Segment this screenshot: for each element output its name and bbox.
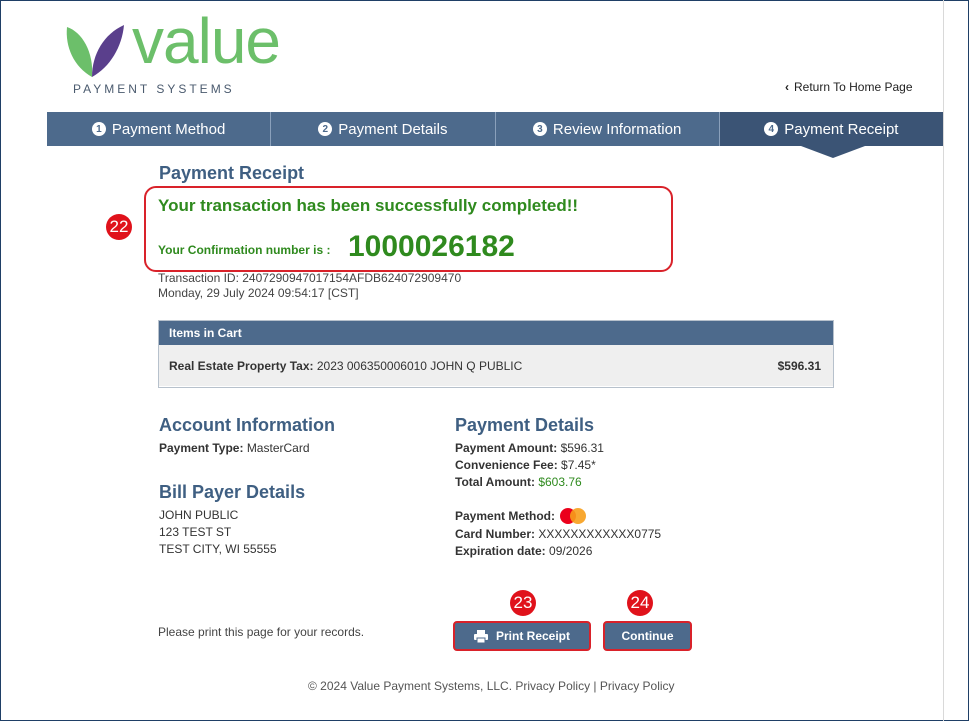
bill-payer-info: JOHN PUBLIC 123 TEST ST TEST CITY, WI 55… [159, 507, 277, 558]
total-amount-row: Total Amount: $603.76 [455, 474, 604, 491]
leaf-logo-icon [66, 25, 124, 77]
account-info: Payment Type: MasterCard [159, 440, 310, 457]
cart-table: Items in Cart Real Estate Property Tax: … [158, 320, 834, 388]
cart-row: Real Estate Property Tax: 2023 006350006… [159, 345, 833, 386]
payer-name: JOHN PUBLIC [159, 508, 239, 522]
payment-method-row: Payment Method: [455, 508, 661, 526]
card-number: XXXXXXXXXXXX0775 [538, 527, 662, 541]
cart-item-amount: $596.31 [777, 358, 821, 373]
payment-details-info: Payment Amount: $596.31 Convenience Fee:… [455, 440, 604, 491]
active-step-pointer [801, 146, 865, 158]
return-home-label: Return To Home Page [794, 80, 913, 94]
success-message: Your transaction has been successfully c… [158, 196, 579, 215]
footer-text: © 2024 Value Payment Systems, LLC. Priva… [308, 679, 675, 693]
brand-subtitle: PAYMENT SYSTEMS [73, 82, 235, 96]
payment-type-value: MasterCard [246, 441, 310, 455]
convenience-fee-label: Convenience Fee: [455, 458, 558, 472]
continue-button[interactable]: Continue [603, 621, 692, 651]
step-label: Payment Receipt [784, 120, 899, 138]
card-number-label: Card Number: [455, 527, 536, 541]
step-number: 2 [318, 122, 333, 136]
transaction-info: Transaction ID: 2407290947017154AFDB6240… [158, 271, 461, 301]
step-number: 4 [764, 122, 779, 136]
card-number-row: Card Number: XXXXXXXXXXXX0775 [455, 526, 661, 543]
return-home-link[interactable]: ‹ Return To Home Page [785, 80, 913, 94]
expiration-row: Expiration date: 09/2026 [455, 543, 661, 560]
confirmation-label: Your Confirmation number is : [158, 243, 331, 257]
annotation-badge-22: 22 [106, 214, 132, 240]
total-amount: $603.76 [538, 475, 582, 489]
bill-payer-title: Bill Payer Details [159, 482, 306, 502]
confirmation-number: 1000026182 [348, 230, 515, 263]
divider [943, 0, 944, 721]
payer-address-line1: 123 TEST ST [159, 525, 232, 539]
account-info-title: Account Information [159, 415, 335, 435]
step-payment-receipt[interactable]: 4 Payment Receipt [719, 112, 943, 146]
payment-method-label: Payment Method: [455, 509, 556, 524]
cart-item-label: Real Estate Property Tax: [169, 358, 314, 373]
step-payment-method[interactable]: 1 Payment Method [47, 112, 272, 146]
payment-amount-label: Payment Amount: [455, 441, 558, 455]
step-review-information[interactable]: 3 Review Information [496, 112, 720, 146]
step-label: Payment Details [338, 120, 448, 138]
convenience-fee: $7.45* [561, 458, 596, 472]
payment-amount-row: Payment Amount: $596.31 [455, 440, 604, 457]
payer-address-line2: TEST CITY, WI 55555 [159, 542, 277, 556]
annotation-badge-23: 23 [510, 590, 536, 616]
expiration-date: 09/2026 [549, 544, 593, 558]
chevron-left-icon: ‹ [785, 80, 789, 94]
mastercard-icon [558, 508, 588, 526]
transaction-timestamp: Monday, 29 July 2024 09:54:17 [CST] [158, 286, 359, 300]
continue-label: Continue [621, 629, 674, 643]
card-info: Payment Method: Card Number: XXXXXXXXXXX… [455, 508, 661, 560]
payment-type-label: Payment Type: [159, 441, 244, 455]
step-progress: 1 Payment Method 2 Payment Details 3 Rev… [47, 112, 943, 146]
payment-details-title: Payment Details [455, 415, 595, 435]
cart-item-desc: 2023 006350006010 JOHN Q PUBLIC [316, 358, 523, 373]
cart-header: Items in Cart [159, 321, 833, 345]
convenience-fee-row: Convenience Fee: $7.45* [455, 457, 604, 474]
step-number: 1 [91, 122, 106, 136]
payment-amount: $596.31 [560, 441, 604, 455]
print-receipt-label: Print Receipt [495, 629, 570, 643]
total-amount-label: Total Amount: [455, 475, 535, 489]
printer-icon [473, 629, 488, 643]
annotation-badge-24: 24 [627, 590, 653, 616]
brand-logo[interactable]: value PAYMENT SYSTEMS [62, 5, 302, 102]
cart-item: Real Estate Property Tax: 2023 006350006… [169, 359, 522, 373]
page-title: Payment Receipt [159, 163, 305, 183]
print-receipt-button[interactable]: Print Receipt [453, 621, 591, 651]
step-number: 3 [532, 122, 547, 136]
step-label: Payment Method [111, 120, 226, 138]
expiration-label: Expiration date: [455, 544, 546, 558]
step-label: Review Information [552, 120, 682, 138]
transaction-id: Transaction ID: 2407290947017154AFDB6240… [158, 271, 462, 285]
brand-name: value [132, 5, 281, 77]
print-note: Please print this page for your records. [158, 625, 365, 639]
step-payment-details[interactable]: 2 Payment Details [271, 112, 496, 146]
